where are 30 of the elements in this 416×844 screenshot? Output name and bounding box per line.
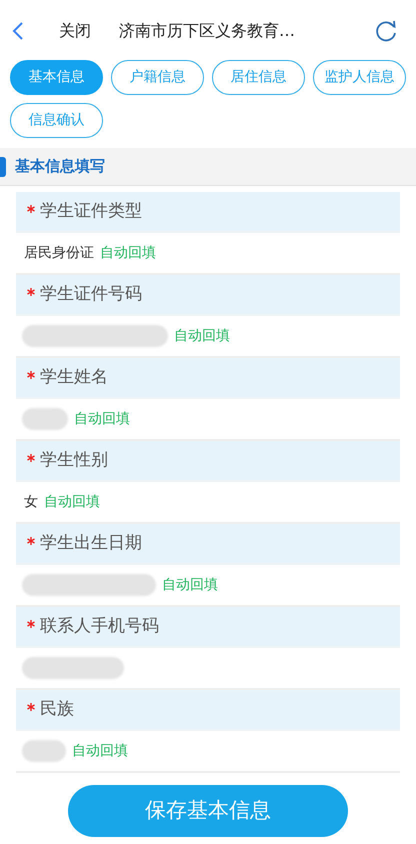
field-label: 学生证件号码 xyxy=(40,282,142,306)
tab[interactable]: 监护人信息 xyxy=(313,60,406,95)
field-label: 民族 xyxy=(40,698,74,721)
auto-fill-note: 自动回填 xyxy=(44,492,100,512)
tab[interactable]: 信息确认 xyxy=(10,103,103,138)
blurred-value xyxy=(22,740,66,762)
section-title: 基本信息填写 xyxy=(15,156,105,178)
field-value: 女 xyxy=(24,492,38,512)
auto-fill-note: 自动回填 xyxy=(100,244,156,262)
refresh-icon xyxy=(374,19,398,43)
auto-fill-note: 自动回填 xyxy=(174,326,230,346)
field-label: 学生姓名 xyxy=(40,366,108,389)
back-icon xyxy=(12,21,24,41)
auto-fill-note: 自动回填 xyxy=(74,410,130,428)
field-label: 学生证件类型 xyxy=(40,200,142,223)
save-button[interactable]: 保存基本信息 xyxy=(68,785,348,837)
field-value: 居民身份证 xyxy=(24,244,94,262)
field-label: 学生出生日期 xyxy=(40,532,142,555)
page-title: 济南市历下区义务教育… xyxy=(119,20,295,42)
tab[interactable]: 户籍信息 xyxy=(111,60,204,95)
field-label: 联系人手机号码 xyxy=(40,614,159,638)
refresh-button[interactable] xyxy=(374,19,398,43)
blurred-value xyxy=(22,408,68,430)
tab[interactable]: 基本信息 xyxy=(10,60,103,95)
close-button[interactable]: 关闭 xyxy=(59,19,91,43)
auto-fill-note: 自动回填 xyxy=(162,576,218,594)
section-marker xyxy=(0,156,6,176)
auto-fill-note: 自动回填 xyxy=(72,742,128,760)
field-label: 学生性别 xyxy=(40,448,108,472)
tab[interactable]: 居住信息 xyxy=(212,60,305,95)
